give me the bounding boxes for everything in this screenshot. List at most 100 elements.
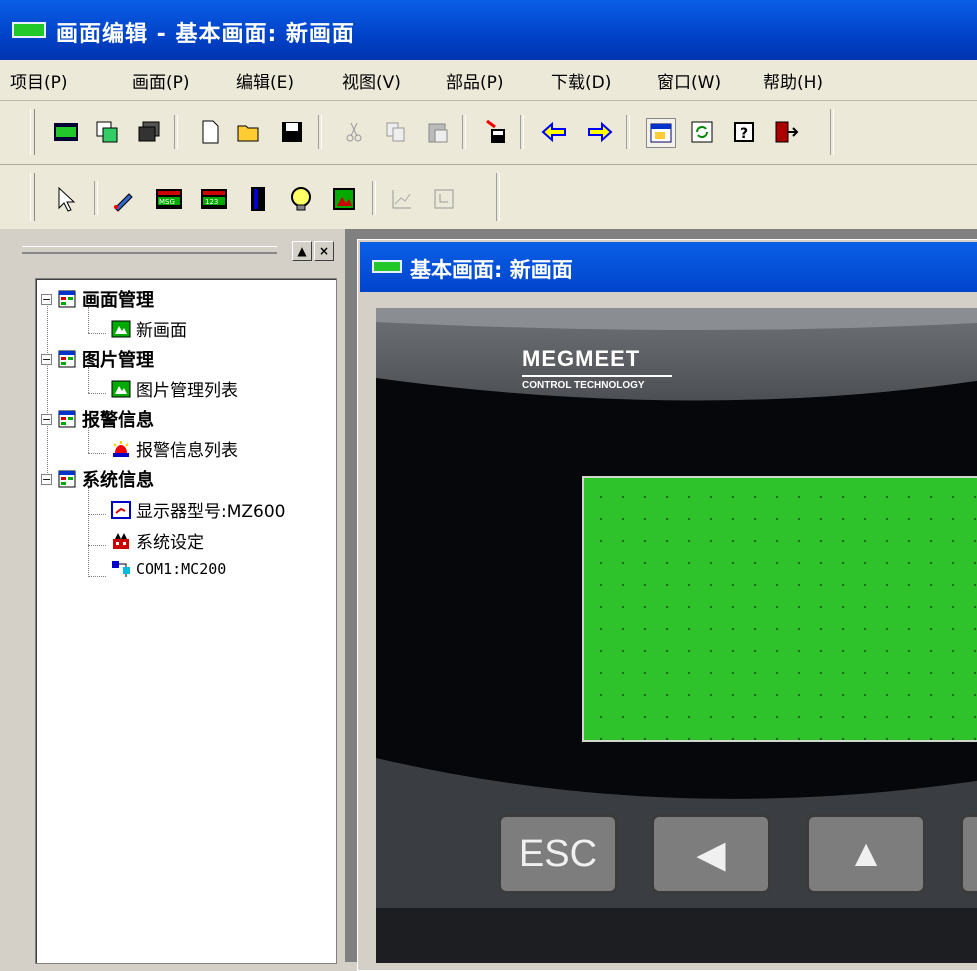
folder-icon (56, 409, 78, 429)
app-title: 画面编辑 - 基本画面: 新画面 (56, 22, 355, 47)
window-icon[interactable] (646, 118, 676, 148)
main-toolbar: ? (0, 101, 977, 165)
collapse-toggle[interactable]: − (41, 413, 52, 425)
svg-text:MSG: MSG (159, 198, 175, 206)
brand-logo: MEGMEET (522, 346, 641, 371)
panel-pin-button[interactable]: ▲ (292, 241, 312, 261)
mdi-client-area: 基本画面: 新画面 MEGMEET CONTROL TECHNOLOGY ESC… (345, 229, 977, 971)
refresh-icon[interactable] (688, 118, 716, 146)
forward-icon[interactable] (586, 118, 614, 146)
picture-icon[interactable] (330, 185, 358, 213)
copy-icon[interactable] (382, 118, 410, 146)
com-port-icon (110, 559, 132, 579)
save-icon[interactable] (278, 118, 306, 146)
cut-icon[interactable] (340, 118, 368, 146)
tree-label: 图片管理 (82, 350, 154, 371)
toolbar-grip[interactable] (30, 109, 35, 155)
new-icon[interactable] (196, 118, 224, 146)
folder-icon (56, 349, 78, 369)
collapse-toggle[interactable]: − (41, 473, 52, 485)
tree-label: COM1:MC200 (136, 560, 227, 578)
trend-icon[interactable] (388, 185, 416, 213)
tree-node-alarm-info[interactable]: − 报警信息 (41, 406, 154, 432)
collapse-toggle[interactable]: − (41, 293, 52, 305)
menu-parts[interactable]: 部品(P) (446, 68, 504, 93)
tree-node-com-port[interactable]: COM1:MC200 (110, 559, 226, 579)
parts-toolbar: MSG 123 (0, 165, 977, 230)
alarm-icon[interactable] (430, 185, 458, 213)
menu-bar: 项目(P) 画面(P) 编辑(E) 视图(V) 部品(P) 下载(D) 窗口(W… (0, 60, 977, 101)
app-window-icon (12, 22, 46, 38)
screen-window-icon (372, 260, 402, 273)
open-icon[interactable] (236, 118, 264, 146)
display-model-icon (110, 500, 132, 520)
alarm-list-icon (110, 439, 132, 459)
picture-list-icon (110, 379, 132, 399)
tree-node-system-info[interactable]: − 系统信息 (41, 466, 154, 492)
screen-canvas[interactable]: MEGMEET CONTROL TECHNOLOGY ESC ◀ ▲ (376, 308, 977, 963)
menu-help[interactable]: 帮助(H) (763, 68, 823, 93)
toolbar-grip[interactable] (30, 173, 35, 221)
child-title-bar[interactable]: 基本画面: 新画面 (360, 242, 977, 292)
copy-screen-icon[interactable] (94, 118, 122, 146)
menu-download[interactable]: 下载(D) (551, 68, 611, 93)
tree-node-alarm-list[interactable]: 报警信息列表 (110, 436, 238, 461)
collapse-toggle[interactable]: − (41, 353, 52, 365)
svg-text:?: ? (740, 126, 748, 142)
menu-project[interactable]: 项目(P) (10, 68, 68, 93)
esc-key[interactable]: ESC (498, 814, 618, 894)
tree-label: 报警信息列表 (136, 441, 238, 461)
tree-label: 图片管理列表 (136, 381, 238, 401)
tree-node-picture-list[interactable]: 图片管理列表 (110, 376, 238, 401)
brand-subtitle: CONTROL TECHNOLOGY (522, 380, 645, 391)
tree-label: 系统信息 (82, 470, 154, 491)
panel-header: ▲ × (0, 229, 345, 269)
back-icon[interactable] (540, 118, 568, 146)
select-icon[interactable] (52, 185, 80, 213)
tree-node-picture-management[interactable]: − 图片管理 (41, 346, 154, 372)
lcd-screen-area[interactable] (582, 476, 977, 742)
child-title: 基本画面: 新画面 (410, 258, 573, 282)
tree-label: 报警信息 (82, 410, 154, 431)
tree-label: 画面管理 (82, 290, 154, 311)
tree-node-display-model[interactable]: 显示器型号:MZ600 (110, 497, 286, 522)
panel-close-button[interactable]: × (314, 241, 334, 261)
key-label: ◀ (696, 833, 726, 876)
menu-window[interactable]: 窗口(W) (657, 68, 721, 93)
tree-label: 系统设定 (136, 533, 204, 553)
menu-screen[interactable]: 画面(P) (132, 68, 190, 93)
tree-node-new-screen[interactable]: 新画面 (110, 316, 187, 341)
menu-edit[interactable]: 编辑(E) (236, 68, 294, 93)
tree-node-system-setting[interactable]: 系统设定 (110, 528, 204, 553)
svg-text:123: 123 (205, 198, 218, 206)
project-tree: − 画面管理 新画面 − 图片管理 图片管理列表 − 报警信息 报警信息列表 −… (35, 278, 337, 964)
bar-graph-icon[interactable] (244, 185, 272, 213)
download-icon[interactable] (482, 118, 510, 146)
paste-icon[interactable] (424, 118, 452, 146)
key-label: ▲ (847, 832, 885, 875)
menu-view[interactable]: 视图(V) (342, 68, 401, 93)
numeric-display-icon[interactable]: 123 (200, 185, 228, 213)
screen-edit-window[interactable]: 基本画面: 新画面 MEGMEET CONTROL TECHNOLOGY ESC… (357, 239, 977, 971)
screen-item-icon (110, 319, 132, 339)
key-label: ESC (518, 832, 598, 875)
folder-icon (56, 469, 78, 489)
tree-label: 新画面 (136, 321, 187, 341)
tree-label: 显示器型号:MZ600 (136, 502, 286, 522)
folder-icon (56, 289, 78, 309)
lamp-icon[interactable] (287, 185, 315, 213)
device-key[interactable] (960, 814, 977, 894)
pen-icon[interactable] (110, 185, 138, 213)
exit-icon[interactable] (772, 118, 800, 146)
help-icon[interactable]: ? (730, 118, 758, 146)
screen-icon[interactable] (52, 118, 80, 146)
app-title-bar[interactable]: 画面编辑 - 基本画面: 新画面 (0, 0, 977, 60)
tree-node-screen-management[interactable]: − 画面管理 (41, 286, 154, 312)
system-setting-icon (110, 531, 132, 551)
brand-underline (522, 375, 672, 377)
message-display-icon[interactable]: MSG (155, 185, 183, 213)
multi-screen-icon[interactable] (136, 118, 164, 146)
up-arrow-key[interactable]: ▲ (806, 814, 926, 894)
left-arrow-key[interactable]: ◀ (651, 814, 771, 894)
project-tree-panel: ▲ × − 画面管理 新画面 − 图片管理 图片管理列表 − 报警信息 报警信息… (0, 229, 345, 964)
